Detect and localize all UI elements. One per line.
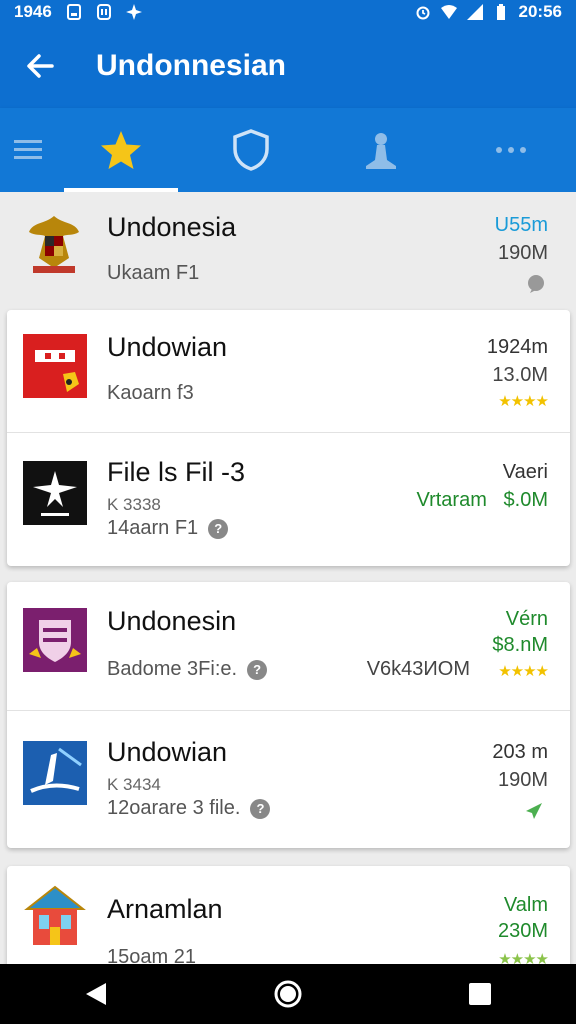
back-arrow-icon — [27, 54, 54, 78]
status-time-left: 1946 — [14, 2, 52, 21]
app-logo-icon — [23, 461, 87, 525]
item-downloads: 190M — [497, 242, 548, 264]
item-title: Arnamlan — [107, 894, 223, 924]
item-title: Undonesia — [107, 212, 237, 242]
page-title: Undonnesian — [96, 49, 287, 82]
item-size: Valm — [503, 894, 548, 916]
comment-icon — [528, 275, 544, 293]
more-icon — [496, 147, 526, 153]
item-downloads: 13.0M — [492, 364, 548, 386]
send-arrow-icon — [526, 803, 542, 819]
house-icon — [23, 885, 87, 950]
item-price: Vrtaram $.0M — [416, 489, 548, 511]
tab-menu[interactable] — [0, 108, 56, 192]
app-list: Undonesia Ukaam F1 U55m 190M Undowian Ka… — [0, 192, 576, 964]
item-subtitle: 15oam 21 — [107, 946, 196, 964]
app-card: Arnamlan 15oam 21 Valm 230M ★★★★ — [7, 866, 570, 964]
app-bar: Undonnesian — [0, 24, 576, 108]
tab-favorites[interactable] — [56, 108, 186, 192]
item-size: 203 m — [492, 741, 548, 763]
nav-recents-button[interactable] — [450, 964, 510, 1024]
help-icon[interactable]: ? — [250, 798, 271, 819]
item-subtitle: Ukaam F1 — [107, 262, 200, 284]
item-title: Undowian — [107, 737, 228, 767]
nav-home-button[interactable] — [258, 964, 318, 1024]
tab-bar — [0, 108, 576, 192]
item-subtitle: 14aarn F1? — [107, 517, 229, 540]
item-size: Vaeri — [502, 461, 548, 483]
alarm-icon — [416, 6, 430, 20]
tab-profile[interactable] — [316, 108, 446, 192]
sparkle-icon — [125, 4, 142, 20]
recents-square-icon — [469, 983, 491, 1005]
rating-stars: ★★★★ — [498, 951, 549, 964]
item-title: Undowian — [107, 332, 228, 362]
item-downloads: 190M — [497, 769, 548, 791]
app-notification-icon — [96, 4, 111, 20]
item-subtitle: Kaoarn f3 — [107, 382, 194, 404]
star-icon — [101, 131, 141, 169]
battery-icon — [496, 4, 505, 20]
status-bar: 1946 20:56 — [0, 0, 576, 24]
tab-security[interactable] — [186, 108, 316, 192]
list-item[interactable]: File ls Fil -3 K 3338 14aarn F1? Vaeri V… — [7, 432, 570, 566]
item-version: K 3434 — [107, 775, 161, 794]
item-title: File ls Fil -3 — [107, 457, 246, 487]
list-item[interactable]: Undowian K 3434 12oarare 3 file.? 203 m … — [7, 710, 570, 848]
shield-icon — [233, 129, 269, 171]
status-time-right: 20:56 — [518, 2, 562, 21]
item-version: V6k43ИОМ — [366, 658, 470, 680]
app-logo-icon — [23, 608, 87, 672]
item-price: $8.nM — [492, 634, 548, 656]
item-size: U55m — [494, 214, 548, 236]
app-logo-icon — [23, 334, 87, 398]
item-price: 230M — [497, 920, 548, 942]
person-icon — [366, 133, 396, 169]
list-item[interactable]: Undonesia Ukaam F1 U55m 190M — [0, 192, 576, 304]
list-item[interactable]: Undowian Kaoarn f3 1924m 13.0M ★★★★ — [7, 310, 570, 432]
app-logo-icon — [23, 741, 87, 805]
tab-more[interactable] — [446, 108, 576, 192]
back-triangle-icon — [86, 983, 106, 1005]
app-card: Undonesin Badome 3Fi:e.? V6k43ИОМ Vérn $… — [7, 582, 570, 848]
system-nav-bar — [0, 964, 576, 1024]
signal-icon — [466, 4, 483, 20]
rating-stars: ★★★★ — [498, 663, 549, 680]
notification-icon — [66, 4, 81, 20]
app-card: Undowian Kaoarn f3 1924m 13.0M ★★★★ File… — [7, 310, 570, 566]
item-size: 1924m — [486, 336, 548, 358]
item-title: Undonesin — [107, 606, 237, 636]
list-item[interactable]: Undonesin Badome 3Fi:e.? V6k43ИОМ Vérn $… — [7, 582, 570, 710]
home-circle-icon — [274, 980, 302, 1008]
back-button[interactable] — [0, 24, 80, 108]
item-subtitle: 12oarare 3 file.? — [107, 797, 271, 820]
menu-icon — [14, 140, 42, 159]
nav-back-button[interactable] — [66, 964, 126, 1024]
item-subtitle: Badome 3Fi:e.? — [107, 658, 268, 681]
help-icon[interactable]: ? — [208, 518, 229, 539]
wifi-icon — [440, 5, 457, 19]
coat-of-arms-icon — [22, 212, 86, 276]
rating-stars: ★★★★ — [498, 393, 549, 410]
item-size: Vérn — [505, 608, 548, 630]
list-item[interactable]: Arnamlan 15oam 21 Valm 230M ★★★★ — [7, 866, 570, 964]
help-icon[interactable]: ? — [247, 659, 268, 680]
item-version: K 3338 — [107, 495, 161, 514]
